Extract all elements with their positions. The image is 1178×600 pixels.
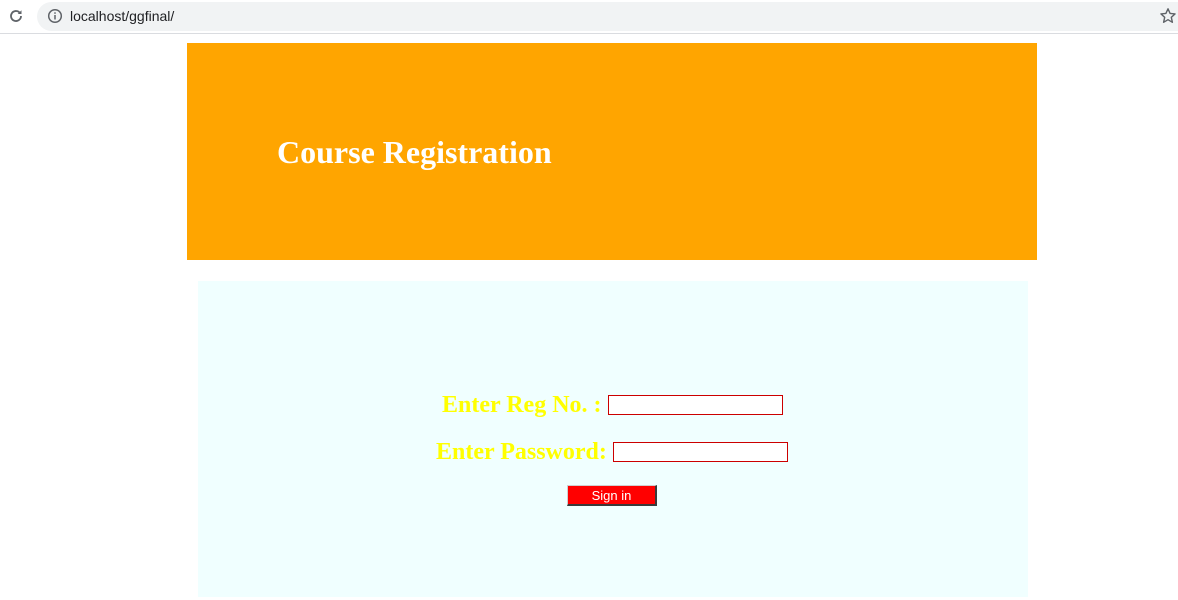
reg-no-label: Enter Reg No. : [442, 392, 602, 418]
password-input[interactable] [612, 442, 788, 462]
address-bar[interactable]: localhost/ggfinal/ [37, 2, 1178, 31]
reload-icon[interactable] [4, 4, 28, 28]
reg-no-row: Enter Reg No. : [442, 391, 783, 419]
login-panel: Enter Reg No. : Enter Password: Sign in [198, 281, 1028, 597]
page-title: Course Registration [277, 134, 552, 170]
browser-toolbar: localhost/ggfinal/ [0, 0, 1178, 34]
url-text[interactable]: localhost/ggfinal/ [70, 8, 174, 24]
header-banner: Course Registration [187, 43, 1037, 260]
password-row: Enter Password: [436, 438, 788, 466]
star-icon[interactable] [1159, 7, 1177, 25]
password-label: Enter Password: [436, 439, 607, 465]
reg-no-input[interactable] [607, 395, 783, 415]
sign-in-button[interactable]: Sign in [567, 485, 657, 506]
info-icon[interactable] [47, 8, 63, 24]
